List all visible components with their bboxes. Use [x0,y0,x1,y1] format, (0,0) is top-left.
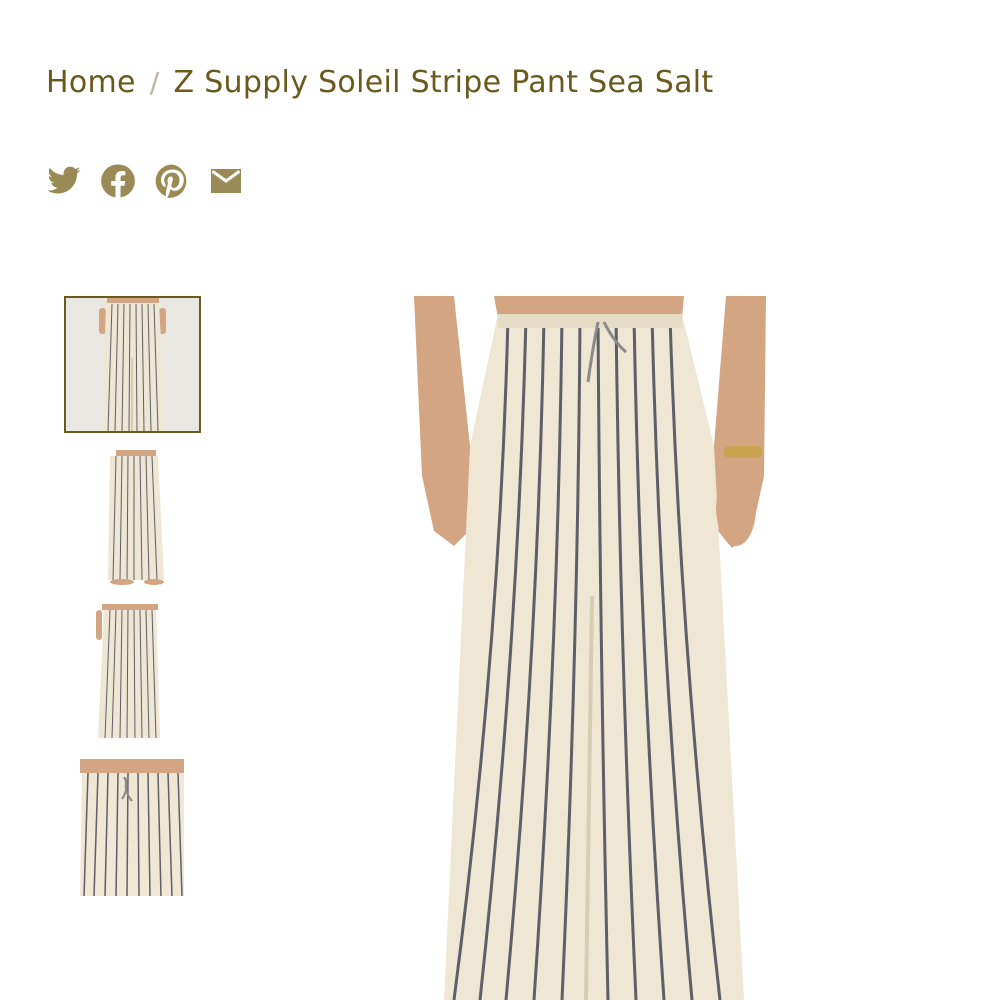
share-bar [46,163,244,199]
thumbnail-1-image [66,298,199,431]
email-icon[interactable] [208,163,244,199]
thumbnail-3[interactable] [64,604,201,741]
thumbnail-1[interactable] [64,296,201,433]
facebook-icon[interactable] [100,163,136,199]
main-product-photo [414,296,766,1000]
breadcrumb: Home / Z Supply Soleil Stripe Pant Sea S… [46,60,713,104]
thumbnail-3-image [64,604,201,741]
twitter-icon[interactable] [46,163,82,199]
thumbnail-2-image [64,450,201,587]
breadcrumb-separator: / [149,65,160,99]
thumbnail-4[interactable] [64,759,201,896]
breadcrumb-home-link[interactable]: Home [46,65,136,100]
breadcrumb-current: Z Supply Soleil Stripe Pant Sea Salt [173,64,714,100]
thumbnail-2[interactable] [64,450,201,587]
main-product-image[interactable] [414,296,766,1000]
thumbnail-4-image [64,759,201,896]
pinterest-icon[interactable] [154,163,190,199]
